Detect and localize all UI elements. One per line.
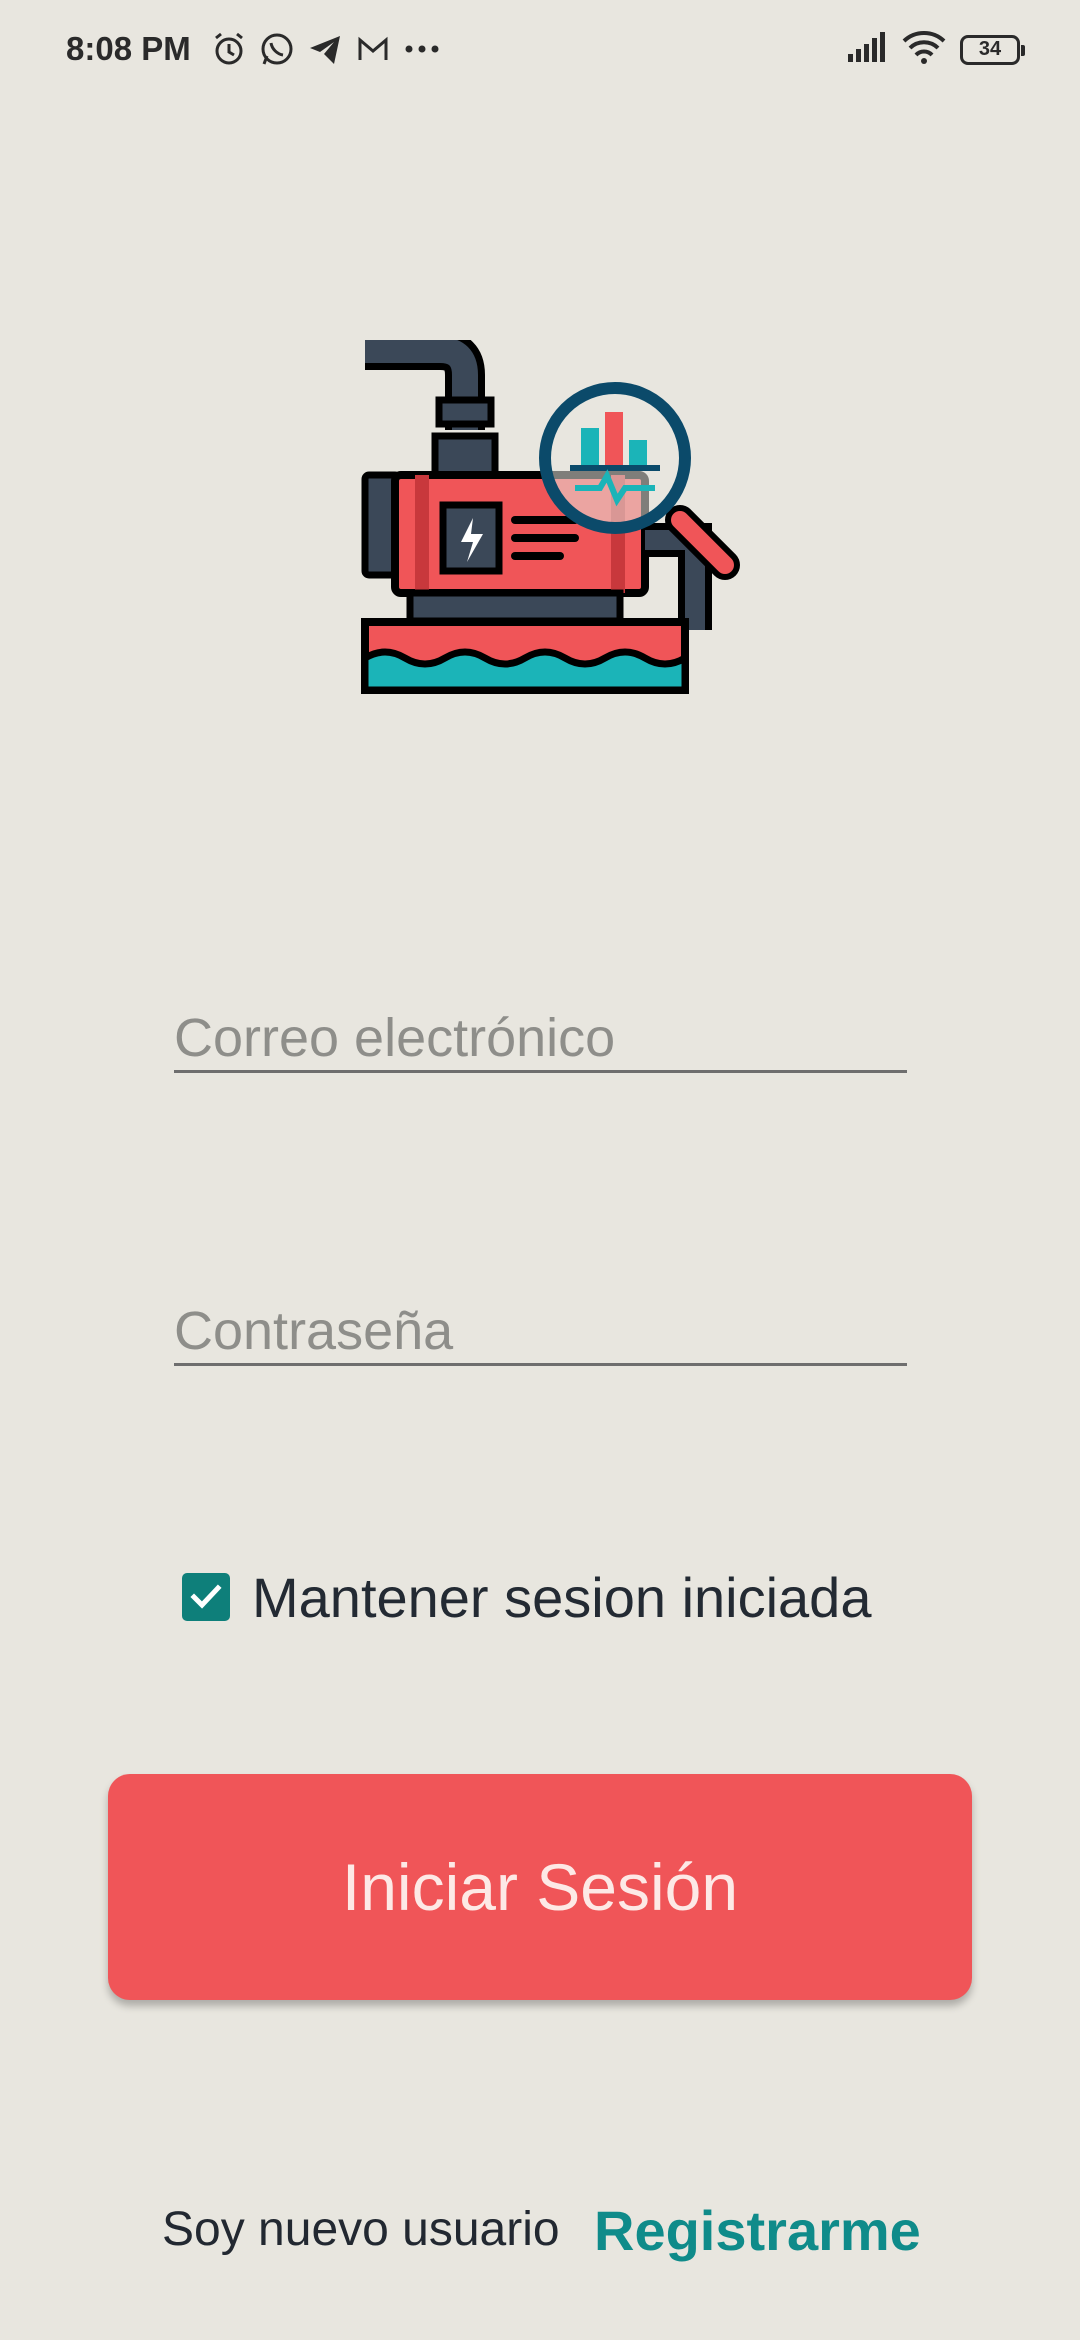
notification-icons <box>210 30 442 68</box>
register-footer: Soy nuevo usuario Registrarme <box>0 2198 1080 2262</box>
alarm-icon <box>210 30 248 68</box>
battery-level: 34 <box>978 38 1002 60</box>
password-input[interactable] <box>174 1286 907 1363</box>
wifi-icon <box>902 30 946 69</box>
more-dots-icon <box>402 30 442 68</box>
email-input[interactable] <box>174 993 907 1070</box>
check-icon <box>190 1584 222 1609</box>
status-time: 8:08 PM <box>66 30 191 67</box>
new-user-text: Soy nuevo usuario <box>162 2203 560 2256</box>
status-bar: 8:08 PM 34 <box>0 0 1080 100</box>
whatsapp-icon <box>258 30 296 68</box>
battery-icon: 34 <box>960 34 1025 65</box>
remember-session-checkbox[interactable] <box>182 1573 230 1621</box>
remember-session-label[interactable]: Mantener sesion iniciada <box>252 1565 871 1630</box>
remember-session-row[interactable]: Mantener sesion iniciada <box>182 1565 871 1629</box>
gmail-icon <box>354 30 392 68</box>
signal-icon <box>846 30 888 69</box>
system-icons: 34 <box>846 30 1025 69</box>
register-link[interactable]: Registrarme <box>594 2198 921 2263</box>
water-pump-monitor-icon <box>355 330 745 710</box>
email-field[interactable] <box>174 993 907 1073</box>
telegram-icon <box>306 30 344 68</box>
login-button[interactable]: Iniciar Sesión <box>108 1774 972 2000</box>
password-field[interactable] <box>174 1286 907 1366</box>
